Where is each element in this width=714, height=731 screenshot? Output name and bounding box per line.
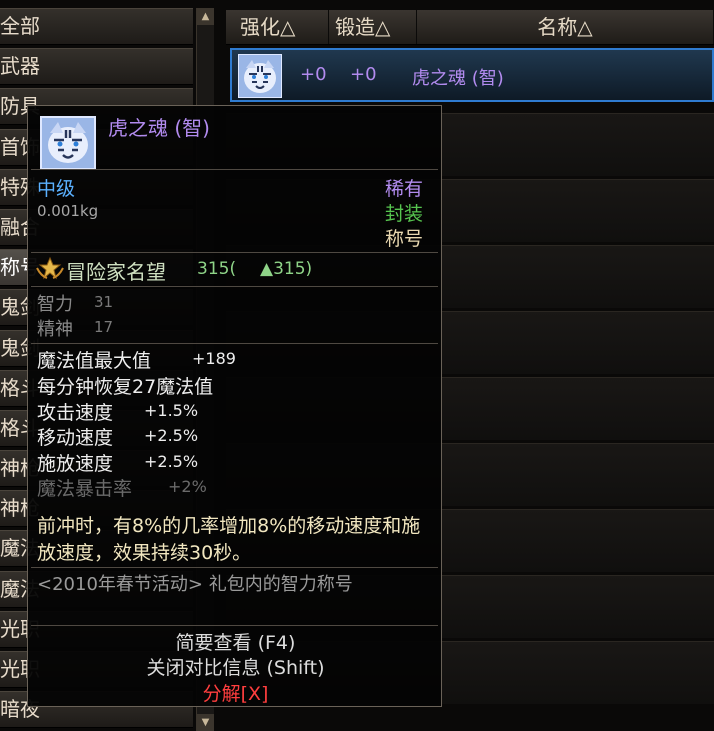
attribute-value: 31: [94, 293, 114, 311]
stat-value: +1.5%: [144, 401, 199, 420]
item-type: 称号: [384, 228, 423, 250]
sort-by-name-header[interactable]: 名称△: [417, 10, 714, 44]
stat-name: 魔法值最大值: [37, 350, 152, 372]
fame-label: 冒险家名望: [66, 260, 166, 284]
stat-name-inactive: 魔法暴击率: [37, 478, 133, 500]
white-tiger-icon: [238, 54, 282, 98]
attribute-name: 精神: [37, 319, 73, 340]
sort-by-strength-header[interactable]: 强化△: [226, 10, 329, 44]
stat-name: 攻击速度: [37, 402, 114, 424]
item-sealed-status: 封装: [384, 203, 423, 225]
brief-view-action[interactable]: 简要查看 (F4): [28, 628, 443, 655]
divider: [31, 286, 438, 287]
sort-by-forge-header[interactable]: 锻造△: [329, 10, 417, 44]
item-grade: 中级: [37, 178, 76, 200]
stat-name: 移动速度: [37, 427, 114, 449]
result-name: 虎之魂 (智): [412, 68, 504, 89]
attribute-name: 智力: [37, 294, 73, 315]
item-rarity: 稀有: [384, 178, 423, 200]
category-weapon[interactable]: 武器: [0, 48, 193, 86]
divider: [31, 343, 438, 344]
divider: [31, 169, 438, 170]
scroll-up-arrow-icon[interactable]: ▲: [197, 8, 214, 25]
close-compare-action[interactable]: 关闭对比信息 (Shift): [28, 653, 443, 680]
item-source: <2010年春节活动> 礼包内的智力称号: [37, 574, 353, 595]
stat-name: 施放速度: [37, 453, 114, 475]
scroll-down-arrow-icon[interactable]: ▼: [197, 714, 214, 731]
white-tiger-icon: [40, 116, 96, 170]
tooltip-item-name: 虎之魂 (智): [108, 116, 210, 140]
category-all[interactable]: 全部: [0, 8, 193, 45]
item-effect-description: 前冲时，有8%的几率增加8%的移动速度和施放速度，效果持续30秒。: [37, 515, 421, 564]
attribute-value: 17: [94, 318, 114, 336]
stat-value: +2.5%: [144, 452, 199, 471]
stat-value-inactive: +2%: [168, 477, 207, 496]
fame-increase: ▲315): [260, 259, 313, 279]
result-strength: +0: [300, 64, 327, 85]
dismantle-action[interactable]: 分解[X]: [28, 679, 443, 706]
item-weight: 0.001kg: [37, 202, 99, 220]
result-row-selected[interactable]: +0 +0 虎之魂 (智): [230, 48, 714, 102]
stat-name: 每分钟恢复27魔法值: [37, 376, 214, 398]
result-forge: +0: [350, 64, 377, 85]
item-tooltip: 虎之魂 (智) 中级 0.001kg 稀有 封装 称号 冒险家名望 315( ▲…: [27, 105, 442, 707]
divider: [31, 252, 438, 253]
stat-value: +2.5%: [144, 426, 199, 445]
stat-value: +189: [192, 349, 236, 368]
fame-emblem-icon: [36, 256, 64, 280]
result-column-header: 强化△ 锻造△ 名称△: [226, 10, 714, 45]
divider: [31, 625, 438, 626]
fame-value: 315(: [197, 259, 237, 279]
divider: [31, 567, 438, 568]
